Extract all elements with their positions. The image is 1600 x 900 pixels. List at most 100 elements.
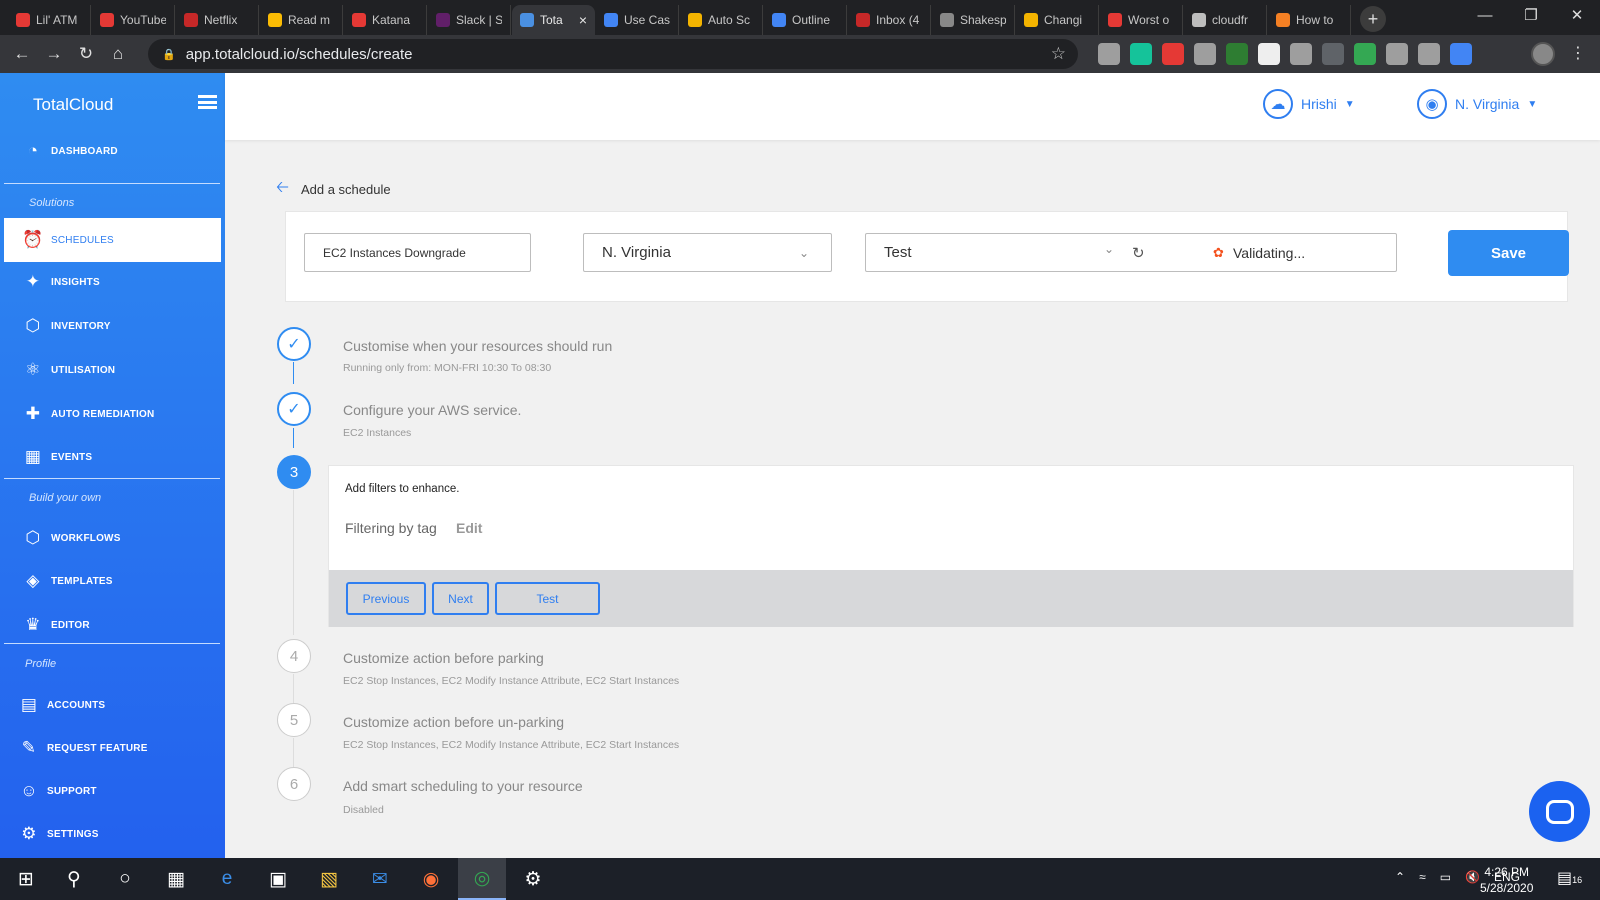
browser-tab[interactable]: Lil' ATM [8,5,91,35]
browser-tab[interactable]: Outline [764,5,847,35]
refresh-icon[interactable]: ↻ [1132,244,1145,262]
battery-icon[interactable]: ▭ [1440,870,1451,884]
step-3-action-bar: Previous Next Test [329,570,1573,627]
next-button[interactable]: Next [432,582,489,615]
step-2-title[interactable]: Configure your AWS service. [343,402,521,418]
sidebar-item-inventory[interactable]: ⬡ INVENTORY [22,312,111,340]
sidebar-item-request-feature[interactable]: ✎ REQUEST FEATURE [18,734,148,762]
schedule-name-input[interactable]: EC2 Instances Downgrade [304,233,531,272]
browser-tab[interactable]: Read m [260,5,343,35]
firefox-icon[interactable]: ◉ [407,858,455,900]
browser-tab[interactable]: Inbox (4 [848,5,931,35]
sidebar-item-templates[interactable]: ◈ TEMPLATES [22,567,113,595]
home-icon[interactable]: ⌂ [102,44,134,64]
region-dropdown[interactable]: ◉ N. Virginia ▼ [1417,89,1537,119]
sidebar-item-support[interactable]: ☺ SUPPORT [18,777,97,805]
sidebar-item-schedules[interactable]: ⏰ SCHEDULES [22,226,114,254]
browser-tab[interactable]: Changi [1016,5,1099,35]
save-button[interactable]: Save [1448,230,1569,276]
support-agent-icon: ☺ [20,781,38,800]
chrome-icon[interactable]: ◎ [458,858,506,900]
alarm-clock-icon: ⏰ [22,230,44,249]
tab-favicon-icon [352,13,366,27]
sidebar-item-editor[interactable]: ♛ EDITOR [22,611,90,639]
sidebar-item-accounts[interactable]: ▤ ACCOUNTS [18,691,105,719]
back-link[interactable]: 🡠 Add a schedule [276,176,391,203]
region-select[interactable]: N. Virginia ⌄ [583,233,832,272]
browser-tab[interactable]: Slack | S [428,5,511,35]
task-view-icon[interactable]: ▦ [152,858,200,900]
close-window-icon[interactable]: ✕ [1554,0,1600,32]
new-tab-button[interactable]: + [1360,6,1386,32]
file-explorer-icon[interactable]: ▧ [305,858,353,900]
mail-icon[interactable]: ✉ [356,858,404,900]
chevron-up-icon[interactable]: ⌃ [1395,870,1405,884]
browser-menu-icon[interactable]: ⋮ [1570,43,1586,63]
profile-avatar[interactable] [1531,42,1555,66]
extension-icon[interactable] [1322,43,1344,65]
sidebar-item-dashboard[interactable]: ◔ DASHBOARD [22,137,118,165]
sidebar-item-events[interactable]: ▦ EVENTS [22,443,92,471]
browser-tab[interactable]: Netflix [176,5,259,35]
sidebar-item-utilisation[interactable]: ⚛ UTILISATION [22,356,115,384]
bookmark-star-icon[interactable]: ☆ [1051,44,1066,64]
caret-down-icon: ▼ [1527,98,1538,110]
extension-icon[interactable] [1450,43,1472,65]
extension-icon[interactable] [1162,43,1184,65]
extension-icon[interactable] [1226,43,1248,65]
sidebar-item-settings[interactable]: ⚙ SETTINGS [18,820,99,848]
step-6-title[interactable]: Add smart scheduling to your resource [343,778,583,794]
windows-start-icon[interactable]: ⊞ [2,858,50,900]
tab-title: Katana [372,13,411,27]
previous-button[interactable]: Previous [346,582,426,615]
lock-icon: 🔒 [162,48,176,61]
reload-icon[interactable]: ↻ [70,44,102,64]
address-bar[interactable]: 🔒 app.totalcloud.io/schedules/create ☆ [148,39,1078,69]
schedule-config-card: EC2 Instances Downgrade N. Virginia ⌄ Te… [285,211,1569,302]
extension-icon[interactable] [1258,43,1280,65]
store-icon[interactable]: ▣ [254,858,302,900]
browser-tab[interactable]: Use Cas [596,5,679,35]
browser-tab[interactable]: Auto Sc [680,5,763,35]
browser-tab[interactable]: Worst o [1100,5,1183,35]
extension-icon[interactable] [1194,43,1216,65]
forward-icon[interactable]: → [38,44,70,64]
settings-app-icon[interactable]: ⚙ [509,858,557,900]
browser-tab[interactable]: Katana [344,5,427,35]
test-button[interactable]: Test [495,582,600,615]
step-4-title[interactable]: Customize action before parking [343,650,544,666]
search-icon[interactable]: ⚲ [50,858,98,900]
extension-icon[interactable] [1386,43,1408,65]
sidebar-item-workflows[interactable]: ⬡ WORKFLOWS [22,524,121,552]
browser-tab[interactable]: Tota × [512,5,595,35]
extension-icon[interactable] [1354,43,1376,65]
extension-icon[interactable] [1290,43,1312,65]
user-dropdown[interactable]: ☁ Hrishi ▼ [1263,89,1355,119]
hexagons-icon: ⬡ [25,528,41,547]
extension-icon[interactable] [1098,43,1120,65]
extension-icon[interactable] [1418,43,1440,65]
taskbar-clock[interactable]: 4:26 PM 5/28/2020 [1480,864,1533,896]
browser-tab[interactable]: How to [1268,5,1351,35]
browser-tab[interactable]: YouTube [92,5,175,35]
sidebar-item-insights[interactable]: ✦ INSIGHTS [22,268,100,296]
step-1-title[interactable]: Customise when your resources should run [343,338,612,354]
mute-icon[interactable]: 🔇 [1465,870,1480,884]
edit-filter-link[interactable]: Edit [456,520,482,536]
wifi-icon[interactable]: ≈ [1419,870,1426,884]
cortana-icon[interactable]: ○ [101,858,149,900]
hamburger-menu-icon[interactable] [198,95,217,109]
tab-close-icon[interactable]: × [579,12,587,28]
extension-icon[interactable] [1130,43,1152,65]
back-icon[interactable]: ← [6,44,38,64]
chat-widget-button[interactable] [1529,781,1590,842]
restore-icon[interactable]: ❐ [1508,0,1554,32]
notification-center-icon[interactable]: ▤16 [1557,868,1582,888]
edge-icon[interactable]: e [203,858,251,900]
account-select[interactable]: Test ⌄ ↻ ✿ Validating... [865,233,1397,272]
browser-tab[interactable]: Shakesp [932,5,1015,35]
minimize-icon[interactable]: — [1462,0,1508,32]
browser-tab[interactable]: cloudfr [1184,5,1267,35]
step-5-title[interactable]: Customize action before un-parking [343,714,564,730]
sidebar-item-auto-remediation[interactable]: ✚ AUTO REMEDIATION [22,400,154,428]
